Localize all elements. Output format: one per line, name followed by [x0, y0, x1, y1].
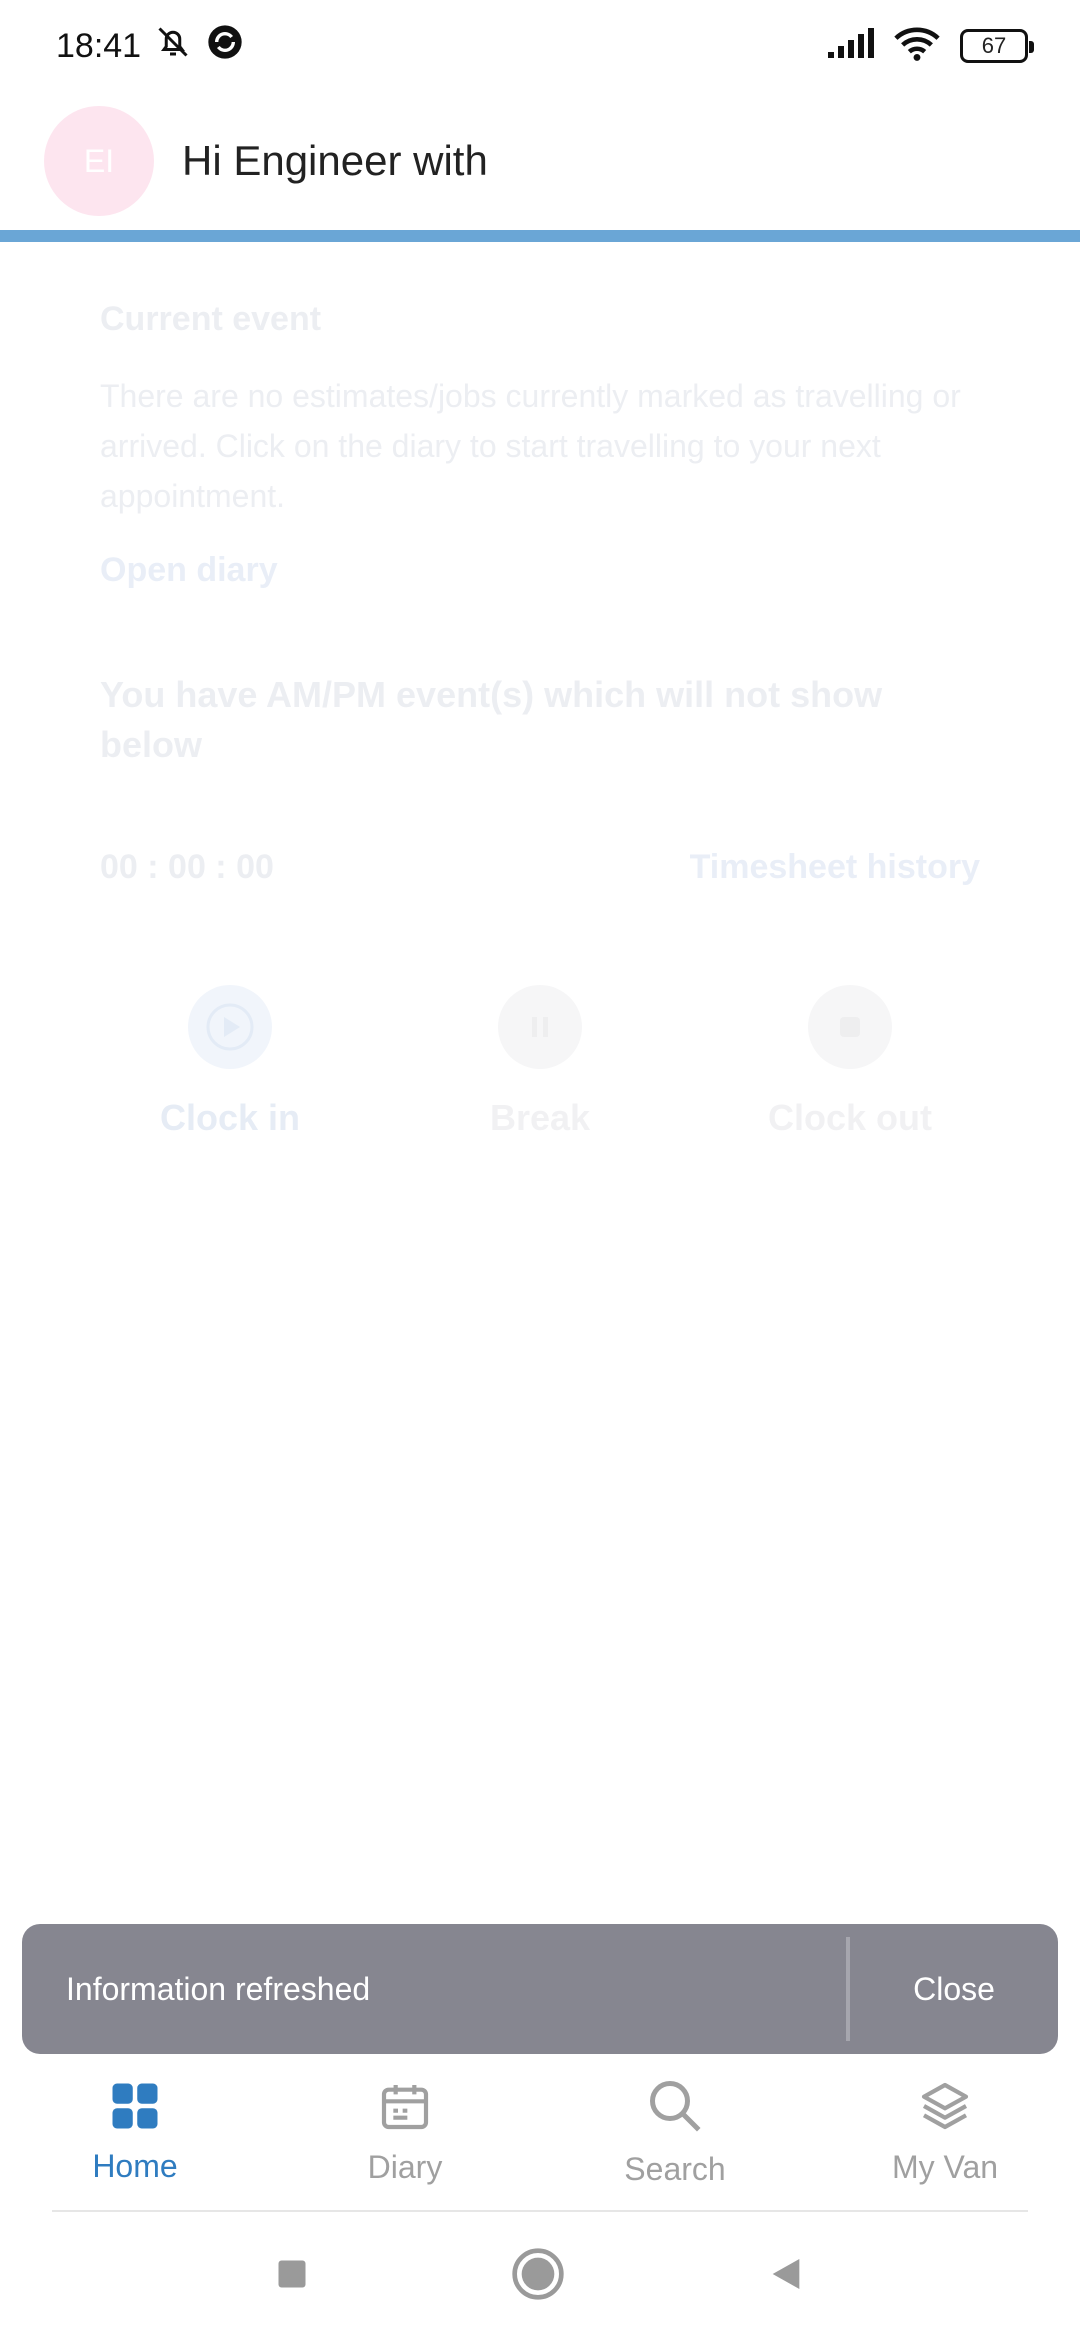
play-icon — [188, 985, 272, 1069]
header-divider — [0, 230, 1080, 242]
stop-icon — [808, 985, 892, 1069]
avatar[interactable]: EI — [44, 106, 154, 216]
clock-out-label: Clock out — [767, 1097, 932, 1138]
snackbar: Information refreshed Close — [22, 1924, 1058, 2054]
back-icon[interactable] — [766, 2254, 806, 2299]
current-event-title: Current event — [100, 300, 322, 338]
greeting-title: Hi Engineer with — [182, 137, 488, 184]
nav-item-my-van[interactable]: My Van — [810, 2054, 1080, 2210]
calendar-icon — [377, 2078, 433, 2139]
open-diary-link[interactable]: Open diary — [100, 551, 980, 590]
break-label: Break — [489, 1097, 591, 1138]
nav-label-search: Search — [624, 2151, 726, 2187]
home-content: Current event There are no estimates/job… — [100, 300, 980, 887]
nav-label-my-van: My Van — [891, 2149, 999, 2185]
system-nav-bar — [0, 2212, 1080, 2340]
nav-item-diary[interactable]: Diary — [270, 2054, 540, 2210]
status-left: 18:41 — [56, 22, 245, 71]
am-pm-notice: You have AM/PM event(s) which will not s… — [100, 674, 883, 765]
pause-icon — [498, 985, 582, 1069]
wifi-icon — [894, 26, 940, 67]
clock-actions: Clock in Break Clock out — [100, 985, 980, 1139]
clock-out-button[interactable]: Clock out — [720, 985, 980, 1139]
status-right: 67 — [826, 26, 1034, 67]
nav-item-home[interactable]: Home — [0, 2054, 270, 2210]
status-bar: 18:41 67 — [0, 0, 1080, 92]
snackbar-message: Information refreshed — [66, 1970, 371, 2007]
signal-icon — [826, 27, 874, 65]
bell-off-icon — [155, 24, 191, 69]
app-header: EI Hi Engineer with — [0, 92, 1080, 230]
break-button[interactable]: Break — [410, 985, 670, 1139]
bottom-nav: Home Diary Search My Van — [0, 2054, 1080, 2210]
home-circle-icon[interactable] — [510, 2246, 566, 2307]
timesheet-row: 00 : 00 : 00 Timesheet history — [100, 848, 980, 887]
battery-icon: 67 — [960, 29, 1034, 63]
search-icon — [645, 2076, 705, 2141]
current-event-message: There are no estimates/jobs currently ma… — [100, 378, 961, 514]
status-time: 18:41 — [56, 26, 142, 65]
layers-icon — [917, 2078, 973, 2139]
sync-icon — [205, 22, 245, 71]
clock-in-label: Clock in — [159, 1097, 301, 1138]
nav-item-search[interactable]: Search — [540, 2054, 810, 2210]
snackbar-close-button[interactable]: Close — [850, 1971, 1058, 2008]
nav-label-home: Home — [92, 2148, 178, 2184]
timesheet-timer: 00 : 00 : 00 — [100, 848, 274, 886]
clock-in-button[interactable]: Clock in — [100, 985, 360, 1139]
nav-label-diary: Diary — [367, 2149, 443, 2185]
recents-icon[interactable] — [274, 2256, 310, 2297]
grid-icon — [108, 2079, 162, 2138]
timesheet-history-link[interactable]: Timesheet history — [690, 848, 980, 887]
